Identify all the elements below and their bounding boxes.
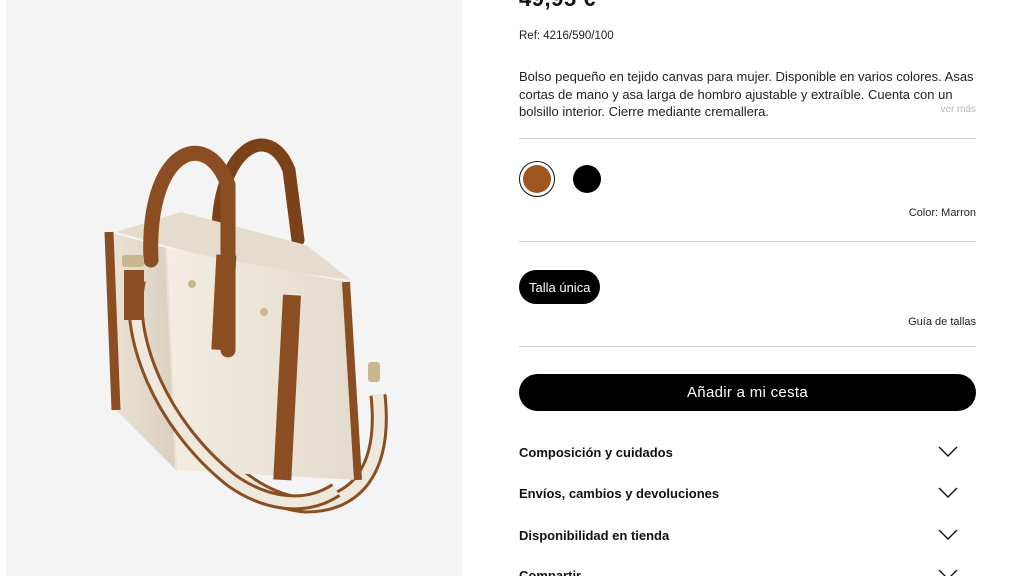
size-option-button[interactable]: Talla única bbox=[519, 270, 601, 304]
divider bbox=[519, 241, 976, 242]
color-label-key: Color: bbox=[908, 207, 942, 219]
product-description: Bolso pequeño en tejido canvas para muje… bbox=[519, 69, 974, 119]
color-swatch-fill bbox=[523, 165, 551, 193]
color-swatch-negro[interactable] bbox=[573, 165, 601, 193]
chevron-down-icon bbox=[938, 487, 958, 498]
product-price: 49,95 € bbox=[519, 0, 596, 12]
see-more-link[interactable]: ver más bbox=[940, 104, 976, 115]
add-to-cart-button[interactable]: Añadir a mi cesta bbox=[519, 374, 976, 411]
color-swatches bbox=[519, 161, 601, 197]
accordion-title: Envíos, cambios y devoluciones bbox=[519, 485, 720, 501]
color-swatch-marron[interactable] bbox=[519, 161, 555, 197]
accordion-title: Composición y cuidados bbox=[519, 444, 673, 460]
selected-color-label: Color: Marron bbox=[909, 207, 976, 219]
accordion-title: Disponibilidad en tienda bbox=[519, 527, 670, 543]
product-reference: Ref: 4216/590/100 bbox=[519, 30, 614, 42]
color-label-value: Marron bbox=[941, 207, 976, 219]
product-details: 49,95 € Ref: 4216/590/100 Bolso pequeño … bbox=[519, 0, 976, 576]
chevron-down-icon bbox=[938, 569, 958, 576]
chevron-down-icon bbox=[938, 446, 958, 457]
chevron-down-icon bbox=[938, 529, 958, 540]
accordion-share[interactable]: Compartir bbox=[519, 564, 976, 576]
accordion-shipping[interactable]: Envíos, cambios y devoluciones bbox=[519, 482, 976, 504]
product-image[interactable] bbox=[6, 0, 462, 576]
accordion-store-availability[interactable]: Disponibilidad en tienda bbox=[519, 524, 976, 546]
divider bbox=[519, 138, 976, 139]
accordion-title: Compartir bbox=[519, 567, 582, 576]
size-guide-link[interactable]: Guía de tallas bbox=[908, 316, 976, 328]
divider bbox=[519, 346, 976, 347]
handbag-illustration bbox=[104, 138, 388, 514]
accordion-composition[interactable]: Composición y cuidados bbox=[519, 441, 976, 463]
